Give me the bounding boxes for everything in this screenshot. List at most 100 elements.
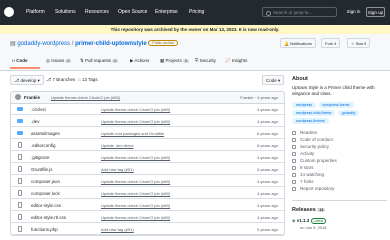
file-name-link[interactable]: editor-style.rtl.css [31,215,66,220]
commit-message-link[interactable]: Update theme-check CircleCI job (#80) [101,119,170,124]
topic-tag[interactable]: wordpress-child-theme [292,110,336,116]
divider [292,200,387,201]
tab-code[interactable]: ‹› Code [12,58,28,63]
file-name-link[interactable]: composer.json [31,179,60,184]
commit-message-link[interactable]: Update theme-check CircleCI job (#80) [101,191,170,196]
latest-commit-bar: Frankie Update theme-check CircleCI job … [11,92,284,104]
folder-icon [17,107,23,111]
file-name-link[interactable]: editor-style.css [31,203,61,208]
fork-button[interactable]: Fork 4 [321,38,341,48]
repo-owner-link[interactable]: godaddy-wordpress [17,41,70,47]
commit-age: 4 years ago [257,155,278,160]
commit-message-link[interactable]: Update theme-check CircleCI job (#80) [101,215,170,220]
latest-badge: Latest [310,218,327,224]
file-name-link[interactable]: .editorconfig [31,143,56,148]
commit-author[interactable]: Frankie [24,95,40,100]
file-name-link[interactable]: .dev [31,119,40,124]
repo-name-link[interactable]: primer-child-uptownstyle [75,41,147,47]
commit-message-link[interactable]: Add new tag (#51) [101,167,134,172]
topic-tag[interactable]: wordpress-themes [292,118,329,124]
nav-resources[interactable]: Resources [85,9,109,15]
table-row[interactable]: .editorconfig Update .dev-items 8 years ag… [11,140,284,151]
table-row[interactable]: editor-style.css Update theme-check Circl… [11,200,284,211]
commit-message-link[interactable]: Update root packages and Gruntfile [101,131,164,136]
file-name-link[interactable]: composer.lock [31,191,60,196]
topic-tag[interactable]: wordpress [292,102,317,108]
table-row[interactable]: composer.lock Update theme-check CircleCI… [11,188,284,199]
sign-in-link[interactable]: Sign in [345,7,362,17]
commit-age: 5 years ago [257,227,278,232]
nav-platform[interactable]: Platform [26,9,45,15]
latest-release[interactable]: ◈ v1.1.3 Latest [292,218,327,224]
commit-age: 4 years ago [257,203,278,208]
forks-link[interactable]: 7 forks [300,179,314,184]
nav-open-source[interactable]: Open Source [118,9,147,15]
active-tab-indicator [10,67,40,69]
file-name-link[interactable]: .gitignore [31,155,50,160]
nav-solutions[interactable]: Solutions [55,9,76,15]
topic-tag[interactable]: wordpress-theme [318,102,354,108]
tab-pull-requests[interactable]: ⇅ Pull requests 0 [80,58,119,64]
commit-message-link[interactable]: Add new tag (#51) [101,227,134,232]
stars-link[interactable]: 9 stars [300,165,314,170]
tab-security[interactable]: ⛨ Security [195,58,216,63]
code-dropdown-button[interactable]: Code ▾ [262,75,285,85]
file-icon [18,226,22,232]
report-repository-link[interactable]: Report repository [300,186,335,191]
nav-enterprise[interactable]: Enterprise [155,9,178,15]
commit-message-link[interactable]: Update theme-check CircleCI job (#80) [101,107,170,112]
tab-projects[interactable]: ▦ Projects 0 [160,58,189,64]
tab-issues[interactable]: ◎ Issues 0 [46,58,72,64]
report-repository-icon [292,187,296,191]
star-button[interactable]: ☆ Star 9 [347,38,371,48]
file-name-link[interactable]: functions.php [31,227,58,232]
about-description: Uptown Style is a Primer child theme wit… [292,85,375,96]
watchers-link[interactable]: 14 watching [300,172,324,177]
table-row[interactable]: assets/images Update root packages and Gr… [11,128,284,139]
file-icon [18,190,22,196]
table-row[interactable]: .dev Update theme-check CircleCI job (#80… [11,116,284,127]
tab-insights[interactable]: 📈 Insights [225,58,247,64]
tab-actions[interactable]: ▶ Actions [130,58,149,64]
release-date: on Jan 9, 2018 [300,225,327,230]
public-archive-badge: Public archive [148,40,179,47]
file-name-link[interactable]: Gruntfile.js [31,167,53,172]
notifications-button[interactable]: 🔔 Notifications [280,38,316,48]
commit-message-link[interactable]: Update theme-check CircleCI job (#80) [101,155,170,160]
commit-age: 4 years ago [257,215,278,220]
activity-link[interactable]: Activity [300,151,314,156]
releases-heading[interactable]: Releases 13 [292,207,326,213]
commit-age: 4 years ago [257,107,278,112]
table-row[interactable]: Gruntfile.js Add new tag (#51) 5 years ago [11,164,284,175]
commit-message-link[interactable]: Update theme-check CircleCI job (#80) [101,203,170,208]
commit-message-link[interactable]: Update theme-check CircleCI job (#80) [101,179,170,184]
commit-message[interactable]: Update theme-check CircleCI job (#80) [51,95,120,100]
search-input[interactable]: Search or jump to... [262,7,337,17]
table-row[interactable]: functions.php Add new tag (#51) 5 years ag… [11,224,284,235]
branches-link[interactable]: ⎇ 7 Branches [46,77,75,83]
commit-message-link[interactable]: Update .dev-items [101,143,133,148]
security-policy-icon [292,145,296,149]
commit-age: 4 years ago [257,179,278,184]
security-policy-link[interactable]: Security policy [300,144,329,149]
readme-link[interactable]: Readme [300,130,317,135]
file-name-link[interactable]: .circleci [31,107,46,112]
about-sidebar: About Uptown Style is a Primer child the… [292,76,387,126]
table-row[interactable]: editor-style.rtl.css Update theme-check C… [11,212,284,223]
code-of-conduct-link[interactable]: Code of conduct [300,137,333,142]
file-icon [18,142,22,148]
tags-link[interactable]: ⌂ 13 Tags [78,77,98,82]
file-table: Frankie Update theme-check CircleCI job … [10,91,285,236]
code-of-conduct-icon [292,138,296,142]
github-logo-icon[interactable] [4,7,14,17]
file-name-link[interactable]: assets/images [31,131,60,136]
nav-pricing[interactable]: Pricing [189,9,204,15]
table-row[interactable]: .circleci Update theme-check CircleCI job… [11,104,284,115]
commit-age: 8 years ago [257,143,278,148]
topic-tag[interactable]: godaddy [337,110,360,116]
table-row[interactable]: composer.json Update theme-check CircleCI… [11,176,284,187]
branch-select[interactable]: ⎇ develop ▾ [10,75,44,85]
sign-up-button[interactable]: Sign up [366,7,385,17]
custom-properties-link[interactable]: Custom properties [300,158,337,163]
table-row[interactable]: .gitignore Update theme-check CircleCI jo… [11,152,284,163]
